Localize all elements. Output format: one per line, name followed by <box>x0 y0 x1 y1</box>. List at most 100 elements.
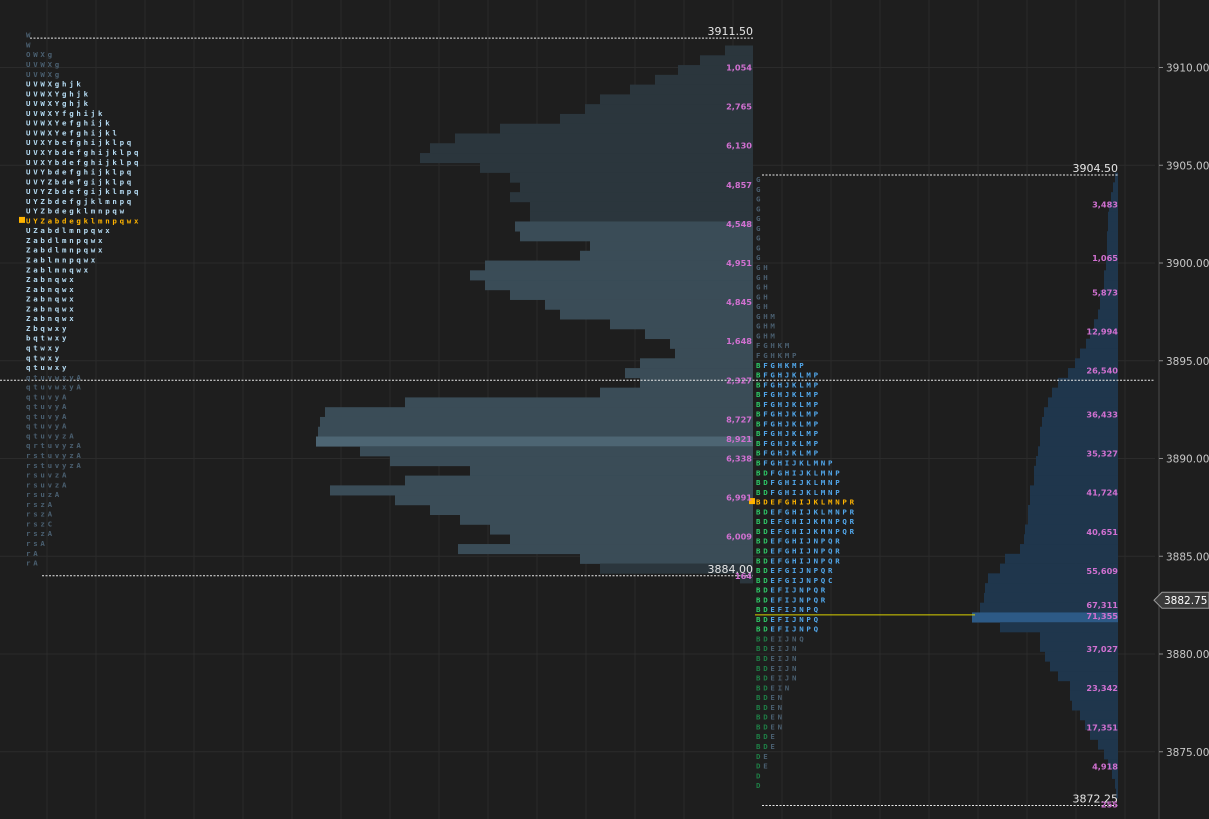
tpo-letter: G <box>770 419 775 428</box>
tpo-letter: I <box>785 615 789 624</box>
tpo-letter: E <box>770 605 774 614</box>
tpo-letter: w <box>84 256 89 265</box>
tpo-letter: a <box>33 295 37 304</box>
tpo-letter: G <box>770 410 775 419</box>
tpo-letter: E <box>770 664 774 673</box>
tpo-letter: g <box>84 158 88 167</box>
tpo-letter: G <box>756 185 761 194</box>
tpo-letter: v <box>55 441 60 450</box>
tpo-letter: U <box>26 60 31 69</box>
tpo-letter: D <box>763 595 768 604</box>
tpo-letter: q <box>76 256 80 265</box>
volume-bar <box>1005 553 1118 564</box>
tpo-letter: H <box>763 263 767 272</box>
tpo-letter: a <box>33 275 37 284</box>
tpo-letter: M <box>770 331 775 340</box>
tpo-letter: q <box>134 187 138 196</box>
tpo-letter: P <box>792 351 797 360</box>
tpo-letter: P <box>814 371 819 380</box>
tpo-letter: F <box>763 429 768 438</box>
volume-bar <box>485 280 753 291</box>
poc-marker <box>19 216 25 223</box>
tpo-letter: l <box>48 256 52 265</box>
tpo-letter: N <box>799 625 804 634</box>
tpo-letter: L <box>799 400 804 409</box>
tpo-letter: U <box>26 80 31 89</box>
tpo-letter: Y <box>33 216 38 225</box>
tpo-letter: X <box>48 89 53 98</box>
tpo-letter: x <box>69 285 74 294</box>
tpo-letter: E <box>770 517 774 526</box>
tpo-letter: k <box>91 197 96 206</box>
volume-bar <box>1058 377 1118 388</box>
tpo-letter: q <box>33 334 37 343</box>
tpo-letter: H <box>792 527 796 536</box>
tpo-letter: Y <box>48 138 53 147</box>
volume-bar <box>1086 338 1118 349</box>
tpo-letter: Z <box>26 304 31 313</box>
tpo-letter: n <box>48 285 52 294</box>
tpo-letter: K <box>778 341 783 350</box>
tpo-letter: H <box>763 283 767 292</box>
tpo-letter: E <box>770 527 774 536</box>
tpo-letter: K <box>814 517 819 526</box>
tpo-letter: N <box>828 468 833 477</box>
tpo-letter: t <box>33 412 37 421</box>
tpo-letter: h <box>84 138 88 147</box>
tpo-letter: y <box>55 422 60 431</box>
tpo-letter: Y <box>40 187 45 196</box>
tpo-letter: Q <box>828 546 833 555</box>
tpo-letter: e <box>69 177 74 186</box>
tpo-letter: G <box>756 253 761 262</box>
tpo-letter: E <box>770 498 774 507</box>
tpo-letter: h <box>84 128 88 137</box>
tpo-letter: Z <box>48 177 53 186</box>
tpo-letter: H <box>792 498 796 507</box>
tpo-letter: q <box>26 441 30 450</box>
tpo-letter: L <box>799 371 804 380</box>
tpo-letter: Z <box>26 246 31 255</box>
tpo-letter: x <box>69 295 74 304</box>
tpo-letter: r <box>26 549 31 558</box>
tpo-letter: f <box>76 177 80 186</box>
tpo-letter: y <box>69 383 74 392</box>
volume-bar <box>470 270 753 281</box>
tpo-letter: B <box>756 713 761 722</box>
tpo-letter: r <box>26 510 31 519</box>
tpo-letter: I <box>785 595 789 604</box>
tpo-letter: A <box>76 461 81 470</box>
tpo-letter: I <box>792 478 796 487</box>
volume-bar <box>590 241 753 252</box>
volume-label: 17,351 <box>1086 722 1118 732</box>
tpo-letter: N <box>821 459 826 468</box>
tpo-letter: j <box>98 119 102 128</box>
tpo-letter: B <box>756 459 761 468</box>
tpo-letter: u <box>40 402 44 411</box>
tpo-letter: A <box>62 480 67 489</box>
tpo-letter: s <box>33 471 37 480</box>
market-profile-chart[interactable]: 3911.503884.003904.503872.25 WWO W XgU V W Xg… <box>0 0 1209 819</box>
tpo-letter: N <box>778 703 783 712</box>
tpo-letter: r <box>26 480 31 489</box>
tpo-letter: a <box>33 265 37 274</box>
tpo-letter: X <box>48 99 53 108</box>
volume-bar <box>1034 465 1118 476</box>
tpo-letter: f <box>76 158 80 167</box>
tpo-letter: g <box>76 168 80 177</box>
tpo-letter: F <box>778 595 783 604</box>
tpo-letter: s <box>33 539 37 548</box>
tpo-letter: y <box>62 334 67 343</box>
tpo-letter: L <box>821 498 826 507</box>
tpo-letter: N <box>778 693 783 702</box>
tpo-letter: P <box>821 537 826 546</box>
tpo-letter: M <box>814 459 819 468</box>
tpo-letter: R <box>835 556 840 565</box>
tpo-letter: W <box>26 31 31 40</box>
tpo-letter: Y <box>33 207 38 216</box>
tpo-letter: K <box>778 351 783 360</box>
tpo-letter: d <box>55 168 59 177</box>
tpo-letter: b <box>33 324 38 333</box>
tpo-letter: N <box>806 566 811 575</box>
tpo-letter: q <box>26 353 30 362</box>
volume-label: 1,065 <box>1092 253 1118 263</box>
